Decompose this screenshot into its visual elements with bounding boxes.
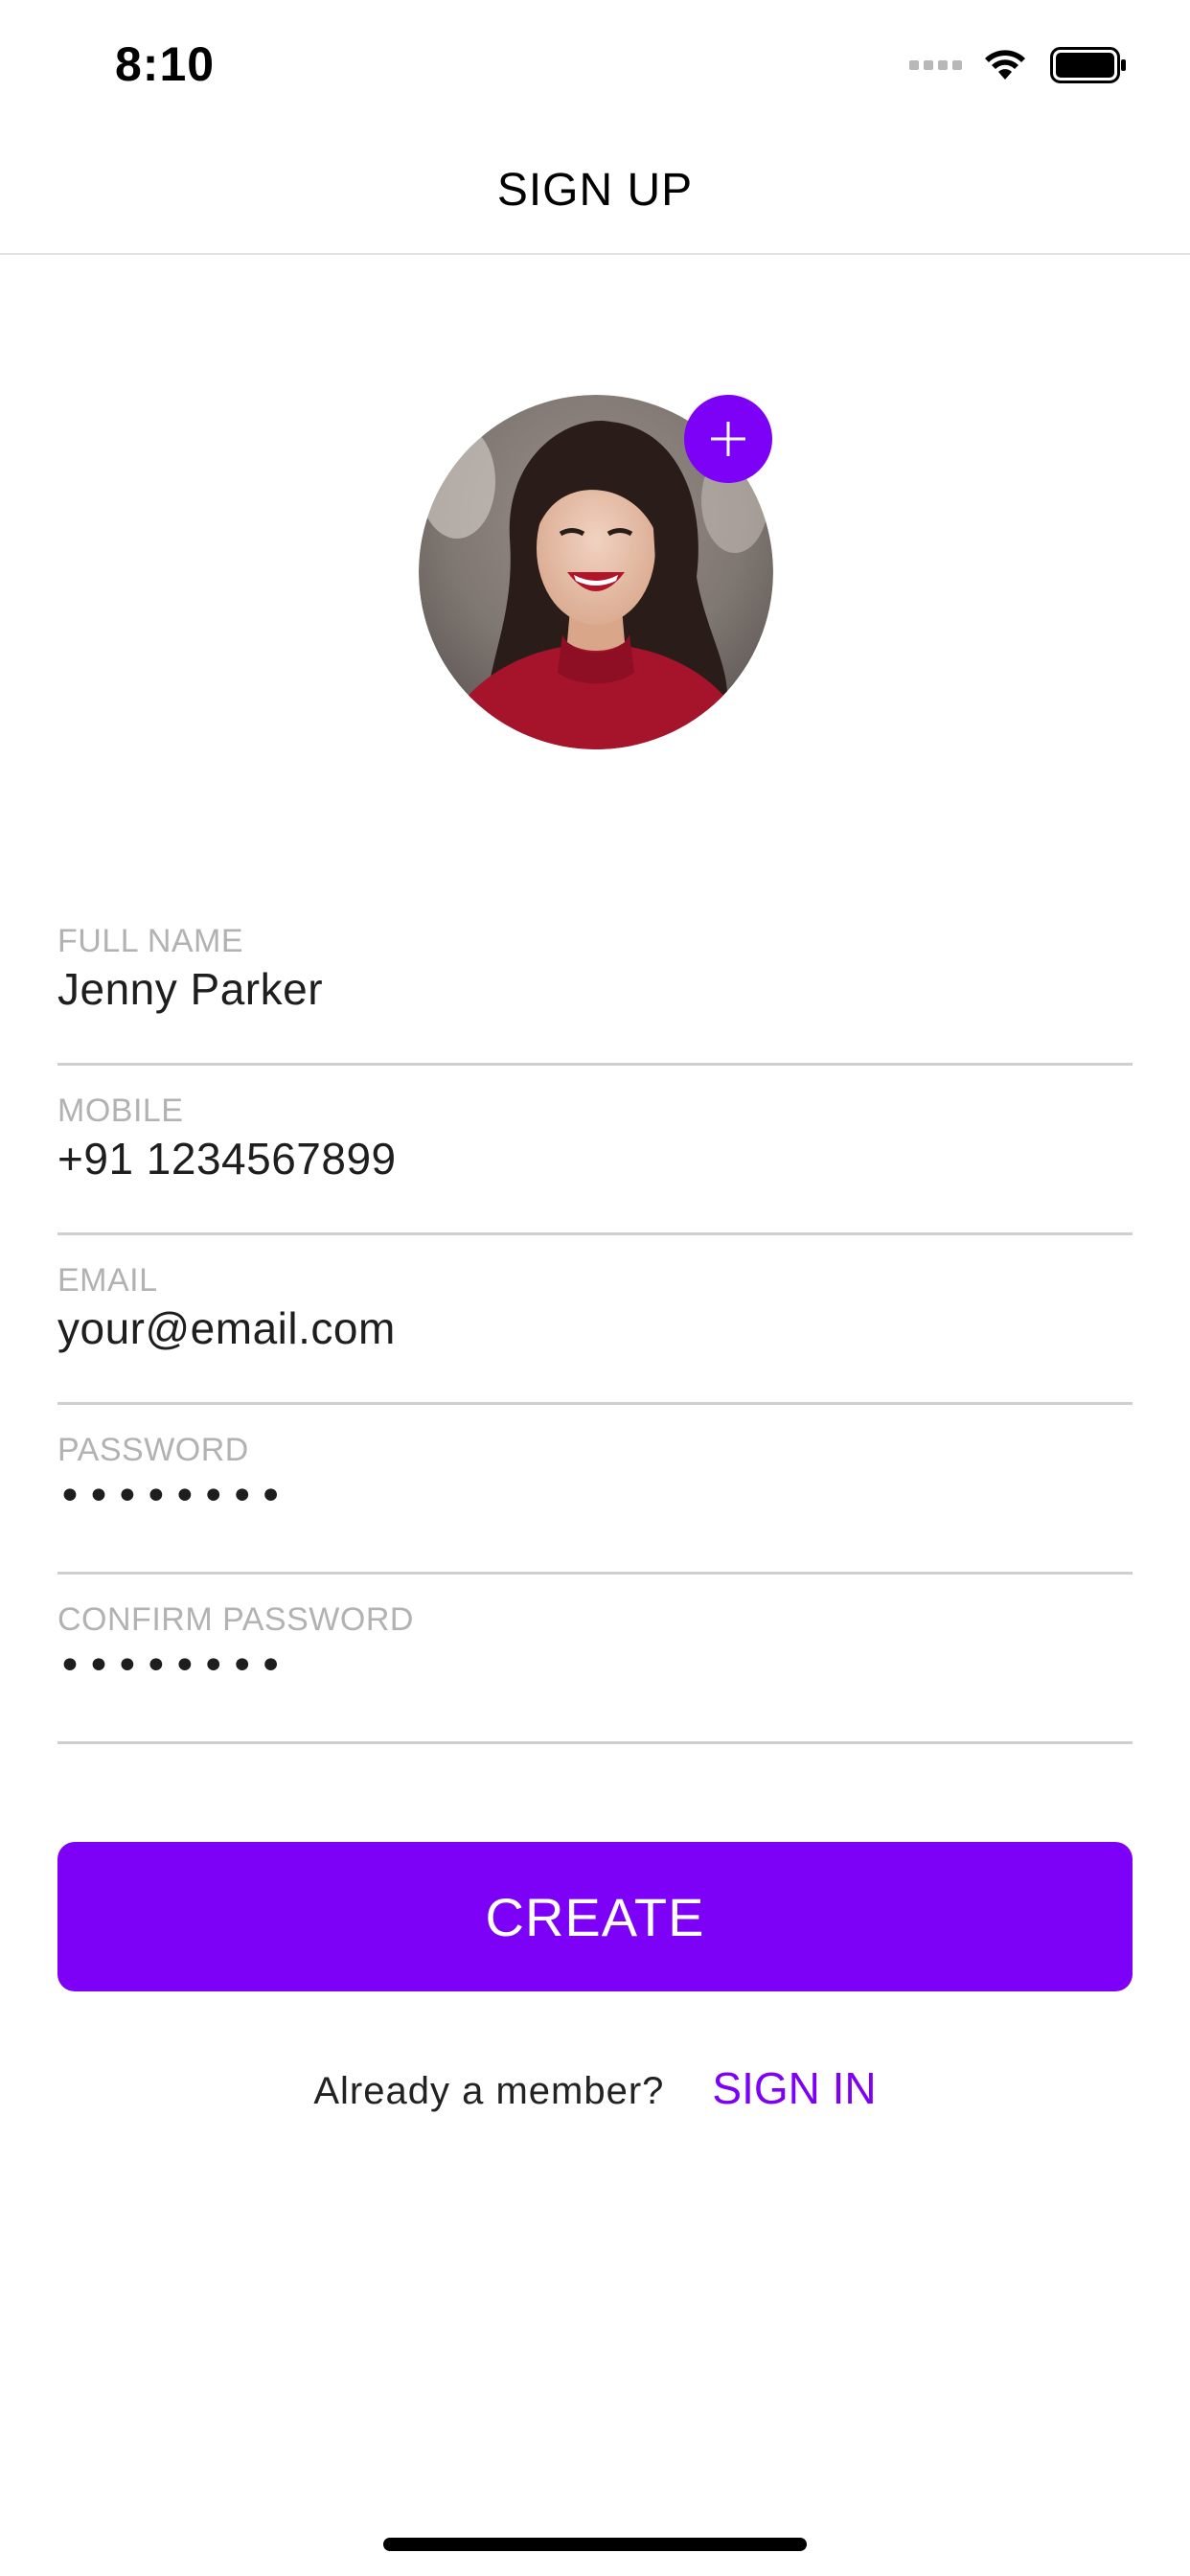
full-name-field[interactable]: FULL NAME Jenny Parker — [57, 894, 1133, 1066]
signal-icon — [909, 60, 962, 70]
signin-prompt: Already a member? — [313, 2070, 665, 2112]
add-photo-button[interactable] — [684, 395, 772, 483]
signin-link[interactable]: SIGN IN — [712, 2062, 876, 2114]
home-indicator[interactable] — [383, 2538, 807, 2551]
email-label: EMAIL — [57, 1262, 158, 1299]
page-title: SIGN UP — [496, 164, 694, 216]
plus-icon — [711, 422, 745, 456]
password-label: PASSWORD — [57, 1432, 249, 1468]
password-input[interactable]: •••••••• — [57, 1472, 1133, 1521]
mobile-input[interactable]: +91 1234567899 — [57, 1133, 1133, 1184]
full-name-label: FULL NAME — [57, 923, 244, 959]
full-name-input[interactable]: Jenny Parker — [57, 963, 1133, 1015]
battery-icon — [1050, 47, 1126, 83]
confirm-password-label: CONFIRM PASSWORD — [57, 1601, 414, 1638]
password-field[interactable]: PASSWORD •••••••• — [57, 1403, 1133, 1575]
email-input[interactable]: your@email.com — [57, 1302, 1133, 1354]
email-field[interactable]: EMAIL your@email.com — [57, 1233, 1133, 1405]
wifi-icon — [985, 50, 1025, 80]
mobile-label: MOBILE — [57, 1092, 184, 1129]
status-time: 8:10 — [115, 37, 216, 91]
profile-photo — [419, 395, 773, 749]
status-bar: 8:10 — [0, 0, 1190, 126]
status-icons — [909, 44, 1127, 86]
confirm-password-input[interactable]: •••••••• — [57, 1642, 1133, 1690]
create-button[interactable]: CREATE — [57, 1842, 1133, 1991]
confirm-password-field[interactable]: CONFIRM PASSWORD •••••••• — [57, 1573, 1133, 1744]
mobile-field[interactable]: MOBILE +91 1234567899 — [57, 1064, 1133, 1235]
nav-bar: SIGN UP — [0, 126, 1190, 255]
signin-row: Already a member? SIGN IN — [0, 2062, 1190, 2114]
